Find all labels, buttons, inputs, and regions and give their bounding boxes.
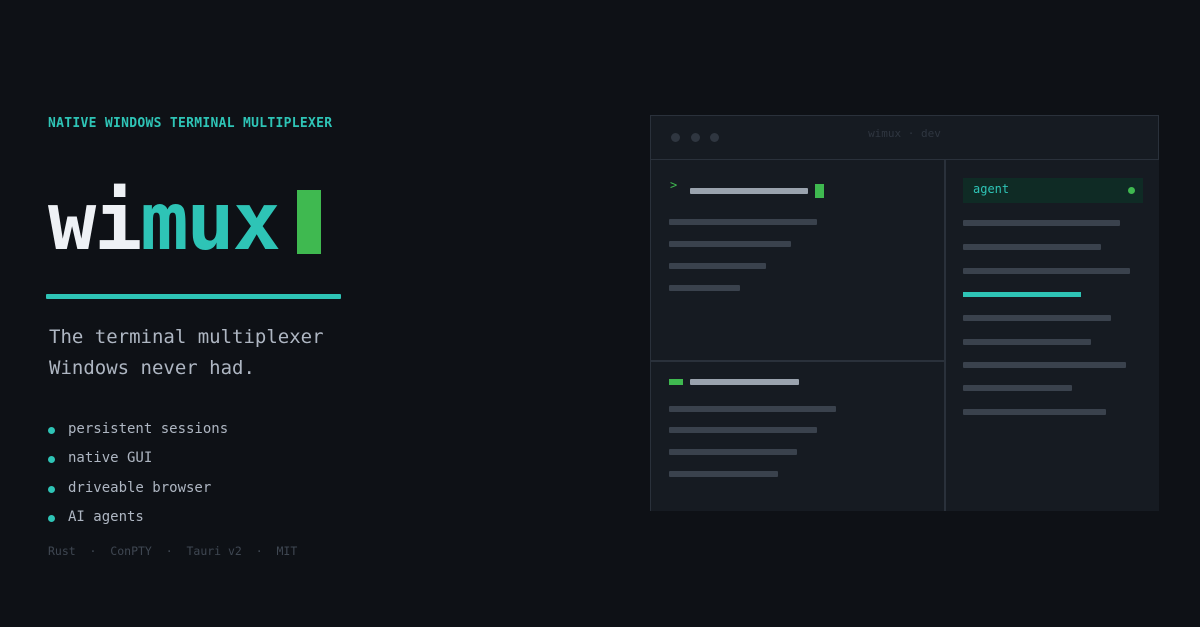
agent-line <box>963 339 1091 345</box>
logo-text-mux: mux <box>140 175 280 268</box>
feature-label: AI agents <box>68 509 144 526</box>
output-line <box>669 427 817 433</box>
agent-line <box>963 315 1111 321</box>
cursor-block-icon <box>296 190 321 254</box>
pane-header-line <box>690 379 799 385</box>
hero-page: NATIVE WINDOWS TERMINAL MULTIPLEXER wi mu… <box>0 0 1200 627</box>
status-block-icon <box>669 379 683 385</box>
bullet-icon <box>48 426 55 434</box>
logo-underline <box>46 294 341 299</box>
feature-item: driveable browser <box>48 473 228 503</box>
tech-stack: Rust · ConPTY · Tauri v2 · MIT <box>48 544 298 558</box>
logo: wi mux <box>48 172 321 272</box>
window-title: wimux · dev <box>868 127 941 140</box>
agent-highlight-line <box>963 292 1081 297</box>
feature-label: persistent sessions <box>68 420 229 437</box>
logo-text-wi: wi <box>48 175 142 268</box>
pane-right <box>946 160 1159 511</box>
agent-line <box>963 244 1101 250</box>
agent-line <box>963 362 1126 368</box>
window-titlebar: wimux · dev <box>651 116 1158 160</box>
mock-terminal-window: wimux · dev > agent <box>650 115 1159 511</box>
agent-line <box>963 268 1130 274</box>
vertical-divider <box>944 159 946 510</box>
tagline: NATIVE WINDOWS TERMINAL MULTIPLEXER <box>48 116 333 131</box>
agent-line <box>963 220 1120 226</box>
output-line <box>669 285 740 291</box>
output-line <box>669 263 766 269</box>
prompt-chevron-icon: > <box>670 178 678 192</box>
bullet-icon <box>48 515 55 523</box>
feature-item: AI agents <box>48 503 228 533</box>
bullet-icon <box>48 456 55 464</box>
horizontal-divider <box>651 360 944 362</box>
feature-label: driveable browser <box>68 479 212 496</box>
agent-tab-label: agent <box>973 182 1010 196</box>
headline: The terminal multiplexer Windows never h… <box>49 322 324 384</box>
output-line <box>669 241 791 247</box>
cursor-block-icon <box>815 184 824 198</box>
headline-line-2: Windows never had. <box>49 357 255 379</box>
bullet-icon <box>48 485 55 493</box>
output-line <box>669 406 836 412</box>
output-line <box>669 219 817 225</box>
feature-item: native GUI <box>48 444 228 474</box>
output-line <box>669 471 778 477</box>
feature-label: native GUI <box>68 450 153 467</box>
headline-line-1: The terminal multiplexer <box>49 326 324 348</box>
output-line <box>669 449 797 455</box>
feature-item: persistent sessions <box>48 414 228 444</box>
feature-list: persistent sessions native GUI driveable… <box>48 414 228 532</box>
agent-line <box>963 409 1106 415</box>
command-line <box>690 188 808 194</box>
status-dot-icon <box>1128 187 1135 194</box>
agent-tab[interactable]: agent <box>963 178 1143 203</box>
agent-line <box>963 385 1072 391</box>
